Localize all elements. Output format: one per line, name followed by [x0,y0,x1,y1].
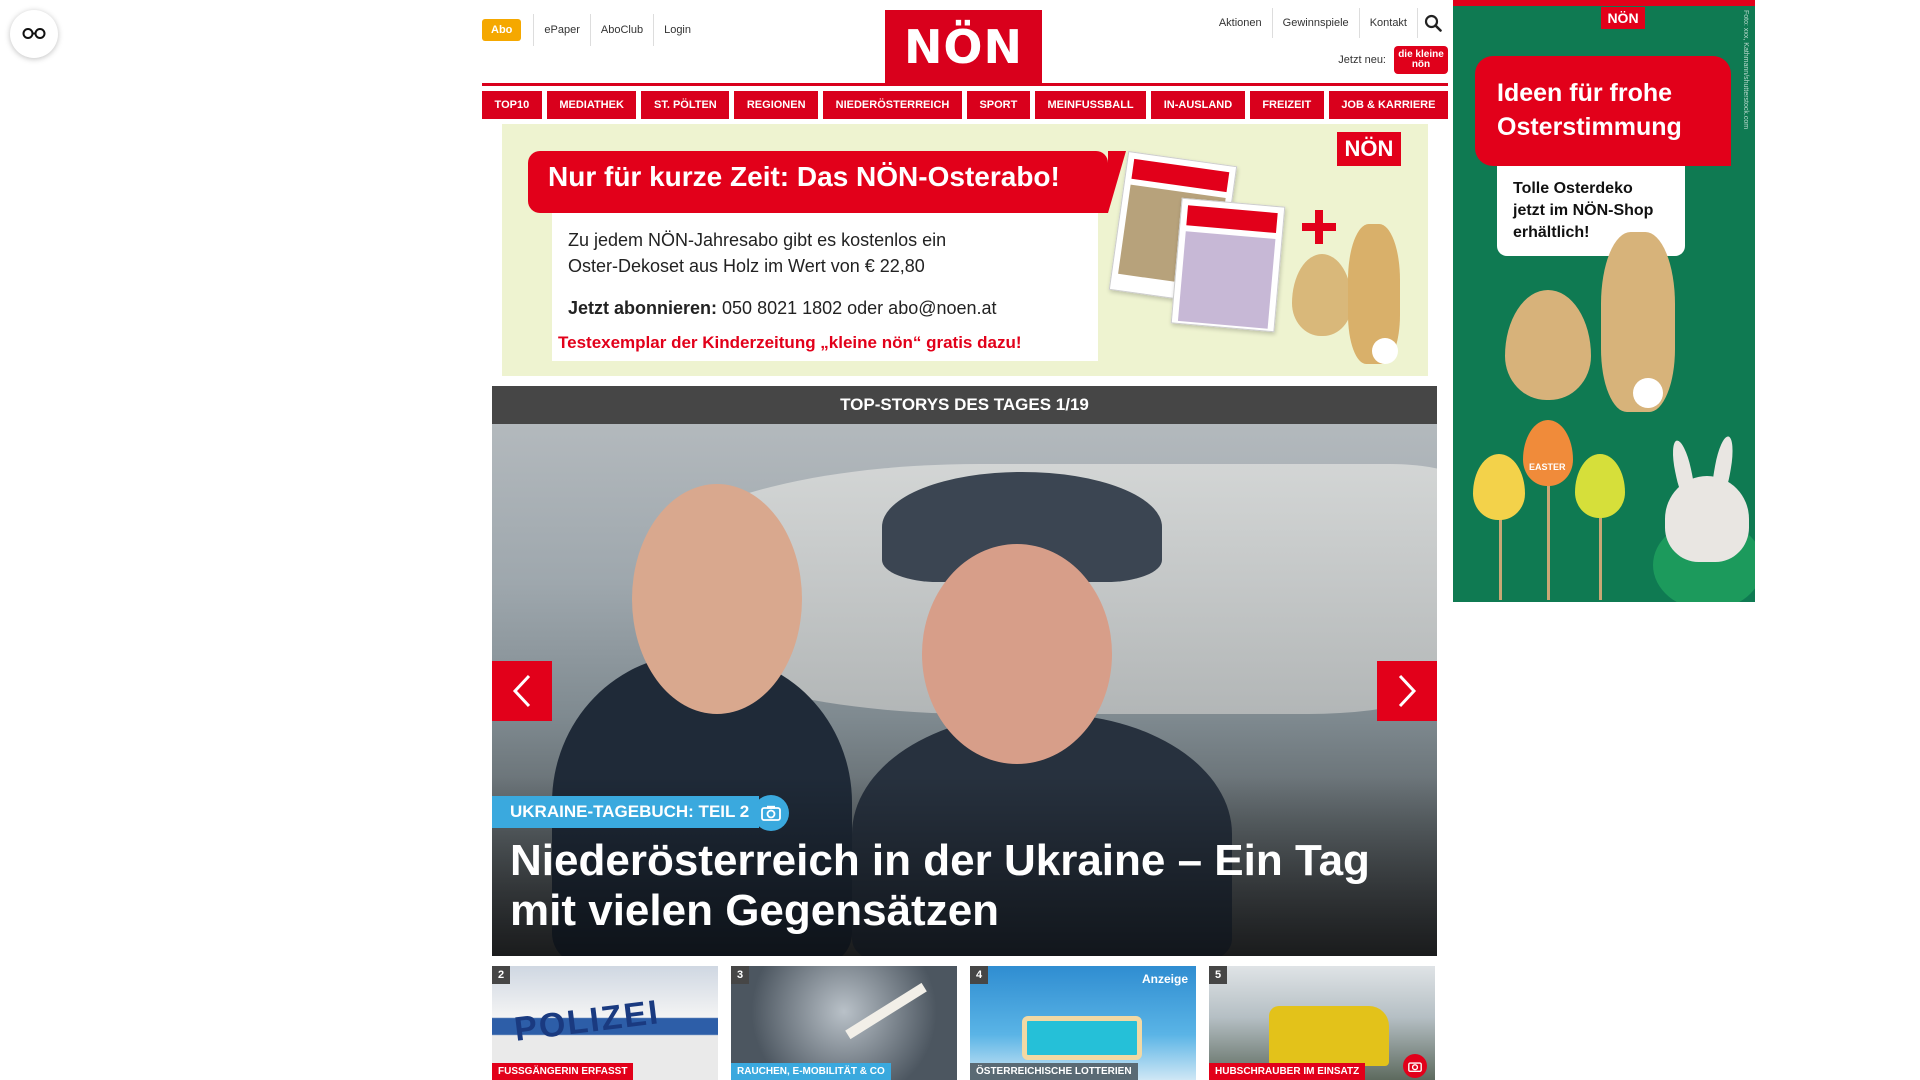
camera-icon [1403,1054,1427,1078]
epaper-link[interactable]: ePaper [533,14,591,46]
easter-egg-orange [1523,420,1573,486]
face-right [922,544,1112,764]
plus-icon [1302,210,1336,244]
kids-magazine-image [1170,197,1286,333]
teaser-number: 5 [1209,966,1227,984]
nav-job-karriere[interactable]: JOB & KARRIERE [1328,91,1448,119]
magazine-photo [1177,231,1276,329]
nav-meinfussball[interactable]: MEINFUSSBALL [1034,91,1147,119]
chevron-right-icon [1398,674,1417,708]
face-left [632,484,802,714]
abo-button[interactable]: Abo [482,19,522,41]
pool-image [1022,1016,1142,1060]
login-link[interactable]: Login [654,14,701,46]
teaser-tag: RAUCHEN, E-MOBILITÄT & CO [731,1063,891,1080]
bunny-tail [1633,378,1663,408]
ad-title: Ideen für frohe Osterstimmung [1475,56,1731,166]
nav-niederoesterreich[interactable]: NIEDERÖSTERREICH [823,91,962,119]
promo-red-line: Testexemplar der Kinderzeitung „kleine n… [558,333,1022,352]
teaser-card[interactable]: 3 RAUCHEN, E-MOBILITÄT & CO [731,966,957,1080]
jetzt-neu-label: Jetzt neu: [1338,54,1386,66]
next-arrow-button[interactable] [1377,661,1437,721]
ad-top-rule [1453,0,1755,6]
promo-cta-text: 050 8021 1802 oder abo@noen.at [717,298,997,318]
egg-stick [1547,470,1550,600]
teaser-card[interactable]: 4 Anzeige ÖSTERREICHISCHE LOTTERIEN [970,966,1196,1080]
teaser-tag: ÖSTERREICHISCHE LOTTERIEN [970,1063,1138,1080]
polizei-car-label: POLIZEI [512,993,662,1049]
easter-egg-yellow [1473,454,1525,520]
osterdeko-ad[interactable]: NÖN Foto: xxx, Kathmann/shutterstock.com… [1453,0,1755,602]
promo-line-2: Oster-Dekoset aus Holz im Wert von € 22,… [568,256,925,276]
promo-title: Nur für kurze Zeit: Das NÖN-Osterabo! [528,151,1126,213]
gewinnspiele-link[interactable]: Gewinnspiele [1273,8,1360,38]
teaser-number: 2 [492,966,510,984]
easter-egg-lime [1575,454,1625,518]
chevron-left-icon [512,674,531,708]
nav-regionen[interactable]: REGIONEN [734,91,819,119]
osterabo-banner[interactable]: Nur für kurze Zeit: Das NÖN-Osterabo! Zu… [502,124,1428,376]
nav-freizeit[interactable]: FREIZEIT [1249,91,1324,119]
teaser-card[interactable]: POLIZEI 2 FUSSGÄNGERIN ERFASST [492,966,718,1080]
promo-noen-badge: NÖN [1337,132,1401,166]
nav-sport[interactable]: SPORT [966,91,1030,119]
nav-top10[interactable]: TOP10 [482,91,542,119]
promo-line-1: Zu jedem NÖN-Jahresabo gibt es kostenlos… [568,230,947,250]
crashed-van-image [1269,1006,1389,1066]
rabbit-image [1665,476,1749,562]
glasses-icon [22,28,46,39]
kontakt-link[interactable]: Kontakt [1360,8,1418,38]
ad-noen-logo: NÖN [1601,7,1645,29]
top-stories-header: TOP-STORYS DES TAGES 1/19 [492,386,1437,424]
teaser-card[interactable]: 5 HUBSCHRAUBER IM EINSATZ [1209,966,1435,1080]
ad-photo-credit: Foto: xxx, Kathmann/shutterstock.com [1742,10,1749,130]
search-icon[interactable] [1418,8,1448,38]
hero-story[interactable]: UKRAINE-TAGEBUCH: TEIL 2 Niederösterreic… [492,424,1437,956]
top-nav-left: Abo ePaper AboClub Login [482,14,701,46]
story-kicker[interactable]: UKRAINE-TAGEBUCH: TEIL 2 [492,796,760,828]
teaser-tag: FUSSGÄNGERIN ERFASST [492,1063,634,1080]
main-nav: TOP10 MEDIATHEK ST. PÖLTEN REGIONEN NIED… [482,91,1448,119]
promo-cta: Jetzt abonnieren: 050 8021 1802 oder abo… [568,295,1082,321]
aktionen-link[interactable]: Aktionen [1209,8,1273,38]
bunny-tail [1372,338,1398,364]
teaser-row: POLIZEI 2 FUSSGÄNGERIN ERFASST 3 RAUCHEN… [492,966,1437,1080]
teaser-number: 3 [731,966,749,984]
camera-icon [753,795,789,831]
wooden-egg-image [1292,254,1352,336]
magazine-masthead [1186,205,1278,234]
easter-egg-label: EASTER [1529,462,1566,472]
promo-cta-bold: Jetzt abonnieren: [568,298,718,318]
top-nav-right: Aktionen Gewinnspiele Kontakt [1209,8,1448,38]
cigarette-image [845,982,927,1040]
anzeige-label: Anzeige [1141,972,1188,986]
reader-mode-button[interactable] [10,10,58,58]
nav-in-ausland[interactable]: IN-AUSLAND [1151,91,1245,119]
header-divider [482,83,1448,86]
story-headline[interactable]: Niederösterreich in der Ukraine – Ein Ta… [510,836,1410,936]
nav-mediathek[interactable]: MEDIATHEK [546,91,637,119]
nav-st-poelten[interactable]: ST. PÖLTEN [641,91,730,119]
jetzt-neu: Jetzt neu: die kleine nön [1338,46,1448,74]
noen-logo[interactable]: NÖN [885,10,1042,84]
kleine-noen-logo[interactable]: die kleine nön [1394,46,1448,74]
prev-arrow-button[interactable] [492,661,552,721]
wooden-egg-image [1505,290,1591,400]
teaser-number: 4 [970,966,988,984]
teaser-tag: HUBSCHRAUBER IM EINSATZ [1209,1063,1366,1080]
site-header: Abo ePaper AboClub Login NÖN Aktionen Ge… [482,0,1448,84]
aboclub-link[interactable]: AboClub [591,14,655,46]
